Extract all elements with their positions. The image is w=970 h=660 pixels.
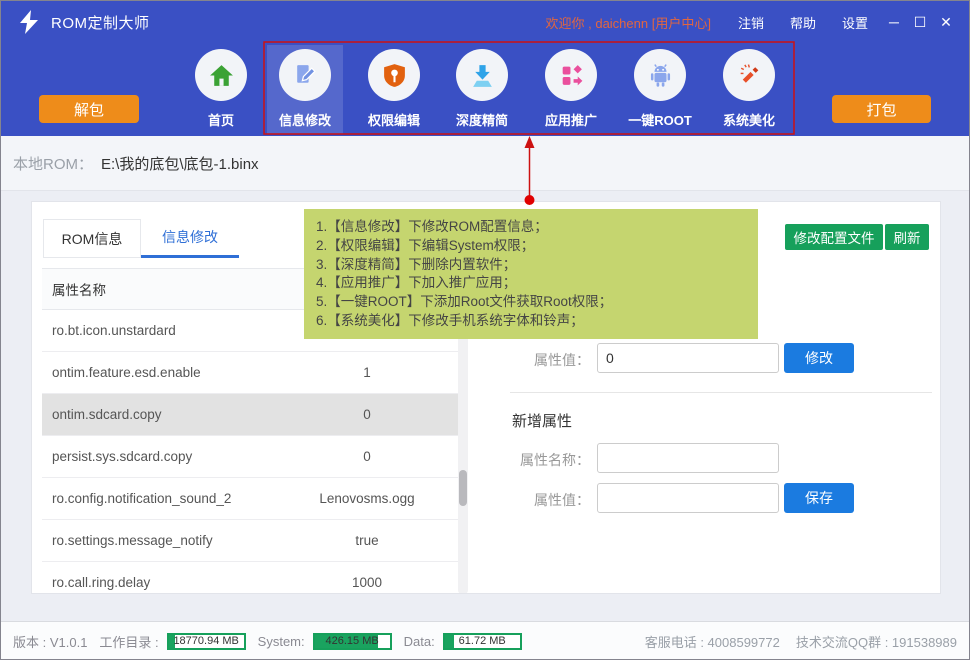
toolbar-item-label: 一键ROOT: [628, 110, 692, 129]
table-row[interactable]: ro.call.ring.delay 1000: [42, 562, 458, 594]
logout-link[interactable]: 注销: [738, 13, 764, 32]
tooltip-line: 3.【深度精简】下删除内置软件；: [316, 256, 758, 275]
toolbar-help-tooltip: 1.【信息修改】下修改ROM配置信息； 2.【权限编辑】下编辑System权限；…: [304, 209, 758, 339]
tab-rom-info[interactable]: ROM信息: [43, 219, 141, 258]
toolbar-item-home[interactable]: 首页: [183, 45, 259, 134]
data-meter: 61.72 MB: [443, 633, 522, 650]
settings-link[interactable]: 设置: [842, 13, 868, 32]
table-row-selected[interactable]: ontim.sdcard.copy 0: [42, 394, 458, 436]
rom-path-label: 本地ROM：: [13, 153, 93, 174]
tooltip-line: 1.【信息修改】下修改ROM配置信息；: [316, 218, 758, 237]
table-row[interactable]: ontim.feature.esd.enable 1: [42, 352, 458, 394]
tooltip-line: 6.【系统美化】下修改手机系统字体和铃声；: [316, 312, 758, 331]
tooltip-line: 5.【一键ROOT】下添加Root文件获取Root权限；: [316, 293, 758, 312]
android-icon: [647, 62, 674, 89]
toolbar-item-permissions[interactable]: 权限编辑: [356, 45, 432, 134]
system-label: System:: [258, 634, 305, 649]
modify-button[interactable]: 修改: [784, 343, 854, 373]
app-promo-icon: [558, 62, 585, 89]
form-divider: [510, 392, 932, 393]
maximize-button[interactable]: ☐: [907, 14, 933, 31]
save-button[interactable]: 保存: [784, 483, 854, 513]
table-scrollbar-thumb[interactable]: [459, 470, 467, 506]
toolbar-item-info-edit[interactable]: 信息修改: [267, 45, 343, 134]
rom-path-value: E:\我的底包\底包-1.binx: [101, 153, 259, 174]
table-row[interactable]: ro.config.notification_sound_2 Lenovosms…: [42, 478, 458, 520]
edit-config-file-button[interactable]: 修改配置文件: [785, 224, 883, 250]
home-icon: [208, 62, 235, 89]
app-logo-icon: [17, 9, 43, 35]
add-value-label: 属性值：: [500, 490, 590, 510]
add-value-input[interactable]: [597, 483, 779, 513]
titlebar: ROM定制大师 欢迎你 , daichenn [用户中心] 注销 帮助 设置 ─…: [1, 1, 969, 43]
table-row[interactable]: persist.sys.sdcard.copy 0: [42, 436, 458, 478]
refresh-button[interactable]: 刷新: [885, 224, 929, 250]
toolbar-item-label: 权限编辑: [368, 110, 420, 129]
welcome-user-link[interactable]: 欢迎你 , daichenn [用户中心]: [546, 13, 711, 32]
unpack-button[interactable]: 解包: [39, 95, 139, 123]
data-value: 61.72 MB: [445, 635, 520, 648]
toolbar-item-label: 应用推广: [545, 110, 597, 129]
data-label: Data:: [404, 634, 435, 649]
edit-value-label: 属性值：: [500, 350, 590, 370]
workdir-value: 18770.94 MB: [169, 635, 244, 648]
table-row[interactable]: ro.settings.message_notify true: [42, 520, 458, 562]
toolbar-item-one-key-root[interactable]: 一键ROOT: [622, 45, 698, 134]
table-scrollbar: [458, 310, 468, 594]
pack-button[interactable]: 打包: [832, 95, 931, 123]
toolbar-item-label: 首页: [208, 110, 234, 129]
toolbar-item-label: 信息修改: [279, 110, 331, 129]
toolbar-item-label: 系统美化: [723, 110, 775, 129]
minimize-button[interactable]: ─: [881, 14, 907, 30]
app-title: ROM定制大师: [51, 12, 150, 33]
toolbar-item-deep-trim[interactable]: 深度精简: [444, 45, 520, 134]
deep-trim-icon: [469, 62, 496, 89]
shield-key-icon: [381, 62, 408, 89]
qq-group-text: 技术交流QQ群 : 191538989: [796, 632, 957, 651]
toolbar-item-app-promo[interactable]: 应用推广: [533, 45, 609, 134]
app-window: ROM定制大师 欢迎你 , daichenn [用户中心] 注销 帮助 设置 ─…: [0, 0, 970, 660]
close-button[interactable]: ✕: [933, 14, 959, 31]
toolbar-item-label: 深度精简: [456, 110, 508, 129]
add-name-label: 属性名称：: [500, 450, 590, 470]
statusbar: 版本 : V1.0.1 工作目录 : 18770.94 MB System: 4…: [1, 621, 969, 660]
add-name-input[interactable]: [597, 443, 779, 473]
tab-info-edit[interactable]: 信息修改: [141, 219, 239, 258]
help-link[interactable]: 帮助: [790, 13, 816, 32]
tooltip-line: 4.【应用推广】下加入推广应用；: [316, 274, 758, 293]
rom-path-bar: 本地ROM： E:\我的底包\底包-1.binx: [1, 136, 969, 191]
workdir-meter: 18770.94 MB: [167, 633, 246, 650]
system-meter: 426.15 MB: [313, 633, 392, 650]
info-edit-icon: [292, 62, 319, 89]
system-value: 426.15 MB: [315, 635, 390, 648]
version-text: 版本 : V1.0.1: [13, 632, 87, 651]
magic-wand-icon: [736, 62, 763, 89]
tooltip-line: 2.【权限编辑】下编辑System权限；: [316, 237, 758, 256]
toolbar: 解包 首页 信息修改 权限编辑 深度精简: [1, 43, 969, 136]
toolbar-item-beautify[interactable]: 系统美化: [711, 45, 787, 134]
service-phone-text: 客服电话 : 4008599772: [645, 632, 780, 651]
edit-value-input[interactable]: [597, 343, 779, 373]
add-property-title: 新增属性: [512, 410, 572, 431]
workdir-label: 工作目录 :: [99, 632, 158, 651]
